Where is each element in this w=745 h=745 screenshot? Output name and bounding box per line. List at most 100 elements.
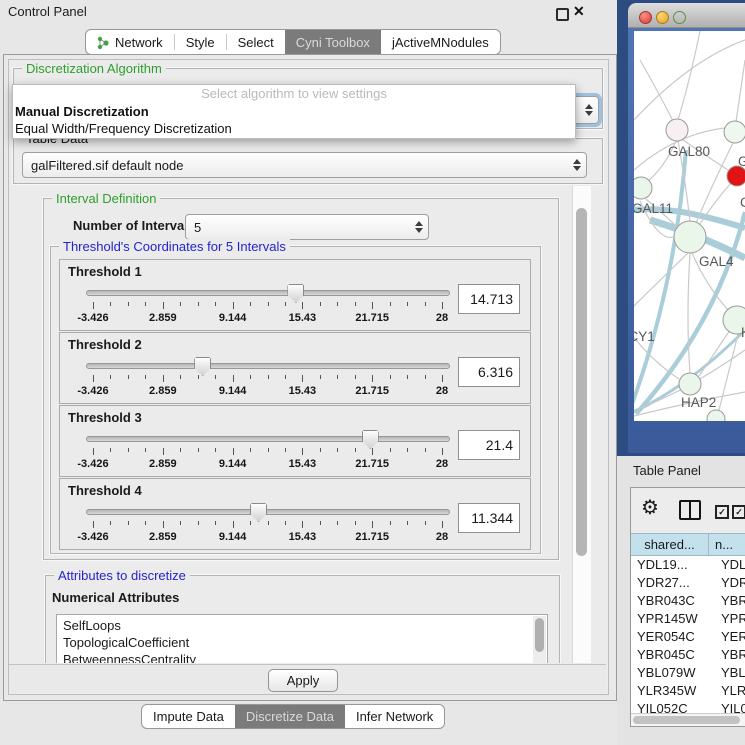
tick-label: 21.715	[340, 385, 404, 397]
network-node-gal4[interactable]	[674, 221, 706, 253]
float-window-icon[interactable]	[556, 8, 569, 21]
slider-tick	[302, 375, 303, 382]
numerical-attributes-list: SelfLoopsTopologicalCoefficientBetweenne…	[56, 614, 548, 663]
slider-track[interactable]	[86, 290, 450, 296]
table-data-combobox[interactable]: galFiltered.sif default node	[22, 152, 587, 178]
slider-tick	[355, 448, 356, 452]
tab-select[interactable]: Select	[227, 30, 285, 54]
tab-jactivemnodules[interactable]: jActiveMNodules	[381, 30, 500, 54]
tab-cyni-toolbox[interactable]: Cyni Toolbox	[285, 30, 381, 54]
table-header-cell[interactable]: n...	[709, 533, 745, 556]
threshold-slider[interactable]: -3.4262.8599.14415.4321.71528	[86, 357, 450, 401]
network-canvas[interactable]: GAL80GACGAL11GAL4GCY1HHAP2	[634, 31, 745, 421]
slider-tick	[425, 302, 426, 306]
scrollbar-thumb[interactable]	[576, 208, 587, 556]
table-header-cell[interactable]: shared...	[631, 533, 709, 556]
table-cell: YPR145W	[631, 610, 709, 628]
network-node-node-bottom[interactable]	[707, 410, 725, 421]
slider-thumb[interactable]	[287, 284, 304, 303]
slider-track[interactable]	[86, 436, 450, 442]
threshold-label: Threshold 4	[68, 483, 142, 498]
slider-thumb[interactable]	[362, 430, 379, 449]
attribute-list-item[interactable]: TopologicalCoefficient	[57, 634, 547, 651]
threshold-slider[interactable]: -3.4262.8599.14415.4321.71528	[86, 284, 450, 328]
dropdown-prompt[interactable]: Select algorithm to view settings	[13, 85, 575, 103]
checkbox-icon[interactable]: ✓	[715, 505, 729, 519]
table-row[interactable]: YLR345WYLR3	[631, 682, 745, 700]
attribute-list-item[interactable]: SelfLoops	[57, 617, 547, 634]
gear-icon[interactable]: ⚙	[641, 496, 659, 520]
tab-label: Style	[186, 35, 215, 50]
slider-tick	[215, 375, 216, 379]
slider-tick	[442, 302, 443, 309]
threshold-slider[interactable]: -3.4262.8599.14415.4321.71528	[86, 430, 450, 474]
slider-tick	[163, 302, 164, 309]
network-node-node-red[interactable]	[727, 166, 745, 186]
slider-tick	[425, 448, 426, 452]
close-traffic-light[interactable]	[639, 11, 652, 24]
dropdown-option[interactable]: Manual Discretization	[13, 103, 575, 120]
slider-tick	[390, 302, 391, 306]
apply-button[interactable]: Apply	[268, 669, 338, 692]
slider-tick	[145, 302, 146, 306]
slider-tick	[180, 448, 181, 452]
slider-tick	[268, 448, 269, 452]
threshold-value-field[interactable]: 6.316	[458, 357, 520, 387]
tab-label: Network	[115, 35, 163, 50]
vertical-scrollbar[interactable]	[572, 186, 591, 663]
list-scrollbar[interactable]	[533, 616, 546, 663]
threshold-panel: Threshold 1-3.4262.8599.14415.4321.71528…	[59, 259, 531, 331]
threshold-slider[interactable]: -3.4262.8599.14415.4321.71528	[86, 503, 450, 547]
attribute-list-item[interactable]: BetweennessCentrality	[57, 651, 547, 663]
table-row[interactable]: YBR043CYBR0	[631, 592, 745, 610]
close-icon[interactable]: ✕	[573, 3, 585, 20]
table-header-row: shared...n...	[631, 533, 745, 556]
table-row[interactable]: YBR045CYBR0	[631, 646, 745, 664]
table-row[interactable]: YPR145WYPR1	[631, 610, 745, 628]
tick-label: 2.859	[131, 458, 195, 470]
node-label-gal11: GAL11	[634, 201, 673, 216]
slider-thumb[interactable]	[194, 357, 211, 376]
bottom-tab-bar: Impute DataDiscretize DataInfer Network	[141, 704, 445, 729]
node-label-node-h: H	[741, 325, 745, 340]
horizontal-scrollbar[interactable]	[631, 713, 745, 726]
tick-label: 2.859	[131, 312, 195, 324]
checkbox-icon[interactable]: ✓	[732, 505, 745, 519]
tab-discretize-data[interactable]: Discretize Data	[235, 705, 345, 728]
tick-label: 15.43	[270, 531, 334, 543]
zoom-traffic-light[interactable]	[673, 11, 686, 24]
network-node-hap2[interactable]	[679, 373, 701, 395]
table-row[interactable]: YDR27...YDR2	[631, 574, 745, 592]
network-node-gal80-neighbor[interactable]	[666, 119, 688, 141]
network-node-gal11[interactable]	[634, 177, 652, 199]
network-node-node-ga[interactable]	[724, 121, 745, 143]
table-row[interactable]: YDL19...YDL1	[631, 556, 745, 574]
threshold-value-field[interactable]: 14.713	[458, 284, 520, 314]
split-columns-icon[interactable]	[679, 500, 701, 520]
slider-tick	[425, 375, 426, 379]
tab-style[interactable]: Style	[175, 30, 226, 54]
slider-track[interactable]	[86, 363, 450, 369]
slider-tick	[302, 521, 303, 528]
tick-label: -3.426	[61, 385, 125, 397]
table-row[interactable]: YER054CYER0	[631, 628, 745, 646]
slider-thumb[interactable]	[250, 503, 267, 522]
table-row[interactable]: YBL079WYBL0	[631, 664, 745, 682]
threshold-value-field[interactable]: 11.344	[458, 503, 520, 533]
threshold-value-field[interactable]: 21.4	[458, 430, 520, 460]
threshold-panel: Threshold 2-3.4262.8599.14415.4321.71528…	[59, 332, 531, 404]
tick-label: 9.144	[201, 312, 265, 324]
node-label-gal80-neighbor: GAL80	[668, 144, 710, 159]
tab-network[interactable]: Network	[86, 30, 174, 54]
minimize-traffic-light[interactable]	[656, 11, 669, 24]
slider-tick	[268, 302, 269, 306]
slider-tick	[233, 375, 234, 382]
number-of-intervals-combobox[interactable]: 5	[185, 214, 429, 240]
network-window-titlebar[interactable]	[628, 3, 745, 28]
dropdown-option[interactable]: Equal Width/Frequency Discretization	[13, 120, 575, 137]
slider-track[interactable]	[86, 509, 450, 515]
tab-impute-data[interactable]: Impute Data	[142, 705, 235, 728]
slider-tick	[302, 448, 303, 455]
tab-infer-network[interactable]: Infer Network	[345, 705, 444, 728]
thresholds-group: Threshold's Coordinates for 5 Intervals …	[50, 246, 541, 554]
